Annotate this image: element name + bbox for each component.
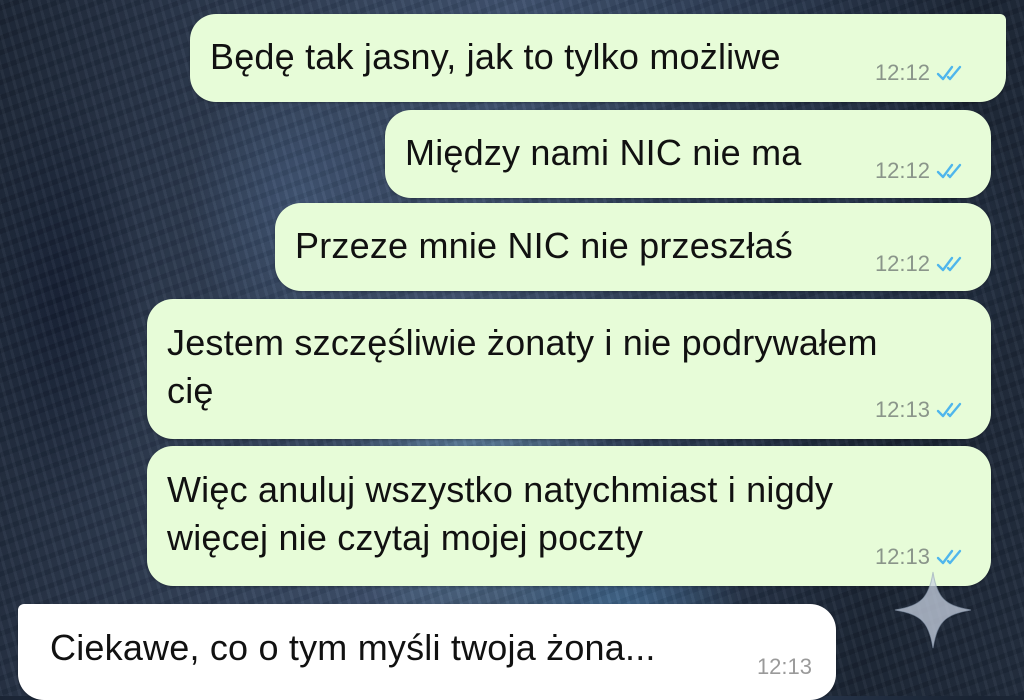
message-meta: 12:12 bbox=[875, 60, 966, 86]
message-time: 12:13 bbox=[874, 397, 930, 422]
message-text: Między nami NIC nie ma bbox=[405, 132, 802, 173]
message-meta: 12:12 bbox=[875, 158, 966, 184]
message-meta: 12:13 bbox=[875, 397, 966, 423]
message-time: 12:12 bbox=[874, 251, 930, 276]
message-time: 12:12 bbox=[874, 60, 930, 85]
message-text: Przeze mnie NIC nie przeszłaś bbox=[295, 225, 793, 266]
message-bubble-outgoing[interactable]: Jestem szczęśliwie żonaty i nie podrywał… bbox=[147, 299, 991, 439]
message-time: 12:12 bbox=[874, 158, 930, 183]
message-bubble-outgoing[interactable]: Przeze mnie NIC nie przeszłaś 12:12 bbox=[275, 203, 991, 291]
message-meta: 12:12 bbox=[875, 251, 966, 277]
message-meta: 12:13 bbox=[757, 654, 812, 680]
double-check-icon bbox=[936, 402, 962, 418]
sparkle-icon bbox=[894, 571, 972, 649]
double-check-icon bbox=[936, 65, 962, 81]
double-check-icon bbox=[936, 163, 962, 179]
message-bubble-incoming[interactable]: Ciekawe, co o tym myśli twoja żona... 12… bbox=[18, 604, 836, 700]
message-meta: 12:13 bbox=[875, 544, 966, 570]
message-bubble-outgoing[interactable]: Będę tak jasny, jak to tylko możliwe 12:… bbox=[190, 14, 1006, 102]
message-text: Będę tak jasny, jak to tylko możliwe bbox=[210, 36, 781, 77]
message-text: Więc anuluj wszystko natychmiast i nigdy bbox=[167, 469, 834, 510]
double-check-icon bbox=[936, 549, 962, 565]
message-time: 12:13 bbox=[874, 544, 930, 569]
double-check-icon bbox=[936, 256, 962, 272]
message-text: cię bbox=[167, 370, 214, 411]
message-bubble-outgoing[interactable]: Między nami NIC nie ma 12:12 bbox=[385, 110, 991, 198]
message-text: więcej nie czytaj mojej poczty bbox=[167, 517, 644, 558]
message-text: Ciekawe, co o tym myśli twoja żona... bbox=[50, 627, 656, 668]
message-text: Jestem szczęśliwie żonaty i nie podrywał… bbox=[167, 322, 878, 363]
message-time: 12:13 bbox=[756, 654, 812, 679]
message-bubble-outgoing[interactable]: Więc anuluj wszystko natychmiast i nigdy… bbox=[147, 446, 991, 586]
